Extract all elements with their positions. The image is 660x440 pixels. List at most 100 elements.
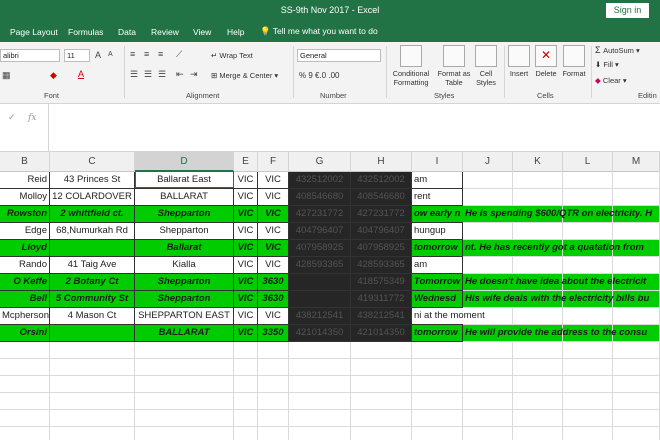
cell-c[interactable] — [50, 393, 135, 410]
cell-g[interactable] — [289, 376, 351, 393]
cell-h[interactable]: 421014350 — [351, 325, 412, 342]
cell-e[interactable]: VIC — [234, 189, 258, 206]
cell-k[interactable] — [513, 257, 563, 274]
cell-m[interactable] — [613, 376, 660, 393]
cell-f[interactable] — [258, 393, 289, 410]
cell-m[interactable] — [613, 427, 660, 440]
cell-m[interactable] — [613, 172, 660, 189]
cell-e[interactable] — [234, 359, 258, 376]
cell-e[interactable]: VIC — [234, 206, 258, 223]
align-bottom-icon[interactable]: ≡ — [158, 49, 163, 59]
tab-view[interactable]: View — [193, 27, 211, 37]
cell-b[interactable] — [0, 359, 50, 376]
cell-c[interactable] — [50, 342, 135, 359]
column-header-g[interactable]: G — [289, 152, 351, 172]
cell-c[interactable]: 2 Botany Ct — [50, 274, 135, 291]
cell-i[interactable]: am — [412, 172, 463, 189]
cell-g[interactable]: 404796407 — [289, 223, 351, 240]
tab-review[interactable]: Review — [151, 27, 179, 37]
cell-b[interactable]: Bell — [0, 291, 50, 308]
cell-e[interactable]: VIC — [234, 257, 258, 274]
cell-g[interactable] — [289, 274, 351, 291]
cell-m[interactable] — [613, 223, 660, 240]
formula-input[interactable] — [54, 110, 654, 124]
cell-c[interactable] — [50, 325, 135, 342]
cell-k[interactable] — [513, 427, 563, 440]
cell-f[interactable]: 3350 — [258, 325, 289, 342]
cell-j[interactable] — [463, 359, 513, 376]
cell-k[interactable] — [513, 223, 563, 240]
cell-i[interactable]: tomorrow — [412, 240, 463, 257]
cell-j[interactable] — [463, 257, 513, 274]
cell-j[interactable] — [463, 427, 513, 440]
align-middle-icon[interactable]: ≡ — [144, 49, 149, 59]
cell-m[interactable] — [613, 359, 660, 376]
cell-c[interactable]: 43 Princes St — [50, 172, 135, 189]
cell-j[interactable]: He will provide the address to the consu — [463, 325, 647, 342]
tell-me-search[interactable]: 💡 Tell me what you want to do — [260, 26, 378, 37]
cell-b[interactable]: Orsini — [0, 325, 50, 342]
tab-data[interactable]: Data — [118, 27, 136, 37]
align-center-icon[interactable]: ☰ — [144, 69, 152, 80]
cell-f[interactable]: VIC — [258, 206, 289, 223]
cell-l[interactable] — [563, 342, 613, 359]
tab-formulas[interactable]: Formulas — [68, 27, 103, 37]
cell-k[interactable] — [513, 308, 563, 325]
cell-g[interactable]: 407958925 — [289, 240, 351, 257]
cell-i[interactable] — [412, 376, 463, 393]
cell-k[interactable] — [513, 410, 563, 427]
column-header-m[interactable]: M — [613, 152, 660, 172]
cell-i[interactable] — [412, 410, 463, 427]
cell-m[interactable] — [613, 342, 660, 359]
column-header-b[interactable]: B — [0, 152, 50, 172]
cell-c[interactable]: 41 Taig Ave — [50, 257, 135, 274]
align-top-icon[interactable]: ≡ — [130, 49, 135, 59]
cell-h[interactable]: 418575349 — [351, 274, 412, 291]
increase-font-icon[interactable]: A — [95, 50, 101, 60]
cell-j[interactable] — [463, 223, 513, 240]
cell-d[interactable] — [135, 410, 234, 427]
cell-j[interactable] — [463, 393, 513, 410]
cell-b[interactable] — [0, 393, 50, 410]
cell-e[interactable]: VIC — [234, 325, 258, 342]
cell-g[interactable] — [289, 342, 351, 359]
font-name-box[interactable]: alibri — [0, 49, 60, 62]
cell-h[interactable] — [351, 359, 412, 376]
column-header-k[interactable]: K — [513, 152, 563, 172]
cell-j[interactable]: He is spending $600/QTR on electricity. … — [463, 206, 652, 223]
cell-j[interactable] — [463, 342, 513, 359]
cell-f[interactable]: 3630 — [258, 274, 289, 291]
cell-i[interactable] — [412, 359, 463, 376]
cell-h[interactable]: 408546680 — [351, 189, 412, 206]
cell-e[interactable] — [234, 410, 258, 427]
cell-d[interactable]: Ballarat — [135, 240, 234, 257]
sign-in-button[interactable]: Sign in — [606, 3, 649, 18]
cell-m[interactable] — [613, 257, 660, 274]
cell-d[interactable] — [135, 376, 234, 393]
cell-styles-button[interactable]: Cell Styles — [472, 45, 500, 87]
cell-e[interactable] — [234, 427, 258, 440]
cell-c[interactable] — [50, 427, 135, 440]
clear-button[interactable]: ◆ Clear ▾ — [595, 76, 627, 85]
cell-k[interactable] — [513, 189, 563, 206]
font-color-icon[interactable]: A — [78, 69, 84, 79]
cell-h[interactable]: 438212541 — [351, 308, 412, 325]
cell-d[interactable] — [135, 342, 234, 359]
cell-l[interactable] — [563, 308, 613, 325]
active-cell-selection[interactable] — [135, 171, 234, 188]
cell-d[interactable] — [135, 427, 234, 440]
cell-h[interactable]: 407958925 — [351, 240, 412, 257]
cell-g[interactable]: 428593365 — [289, 257, 351, 274]
column-header-l[interactable]: L — [563, 152, 613, 172]
conditional-formatting-button[interactable]: Conditional Formatting — [388, 45, 434, 87]
decrease-indent-icon[interactable]: ⇤ — [176, 69, 184, 80]
cell-b[interactable]: Reid — [0, 172, 50, 189]
cell-f[interactable]: VIC — [258, 172, 289, 189]
cell-m[interactable] — [613, 308, 660, 325]
cell-k[interactable] — [513, 172, 563, 189]
cell-e[interactable] — [234, 342, 258, 359]
cell-c[interactable]: 68,Numurkah Rd — [50, 223, 135, 240]
cell-c[interactable] — [50, 376, 135, 393]
cell-l[interactable] — [563, 410, 613, 427]
cell-e[interactable]: VIC — [234, 308, 258, 325]
